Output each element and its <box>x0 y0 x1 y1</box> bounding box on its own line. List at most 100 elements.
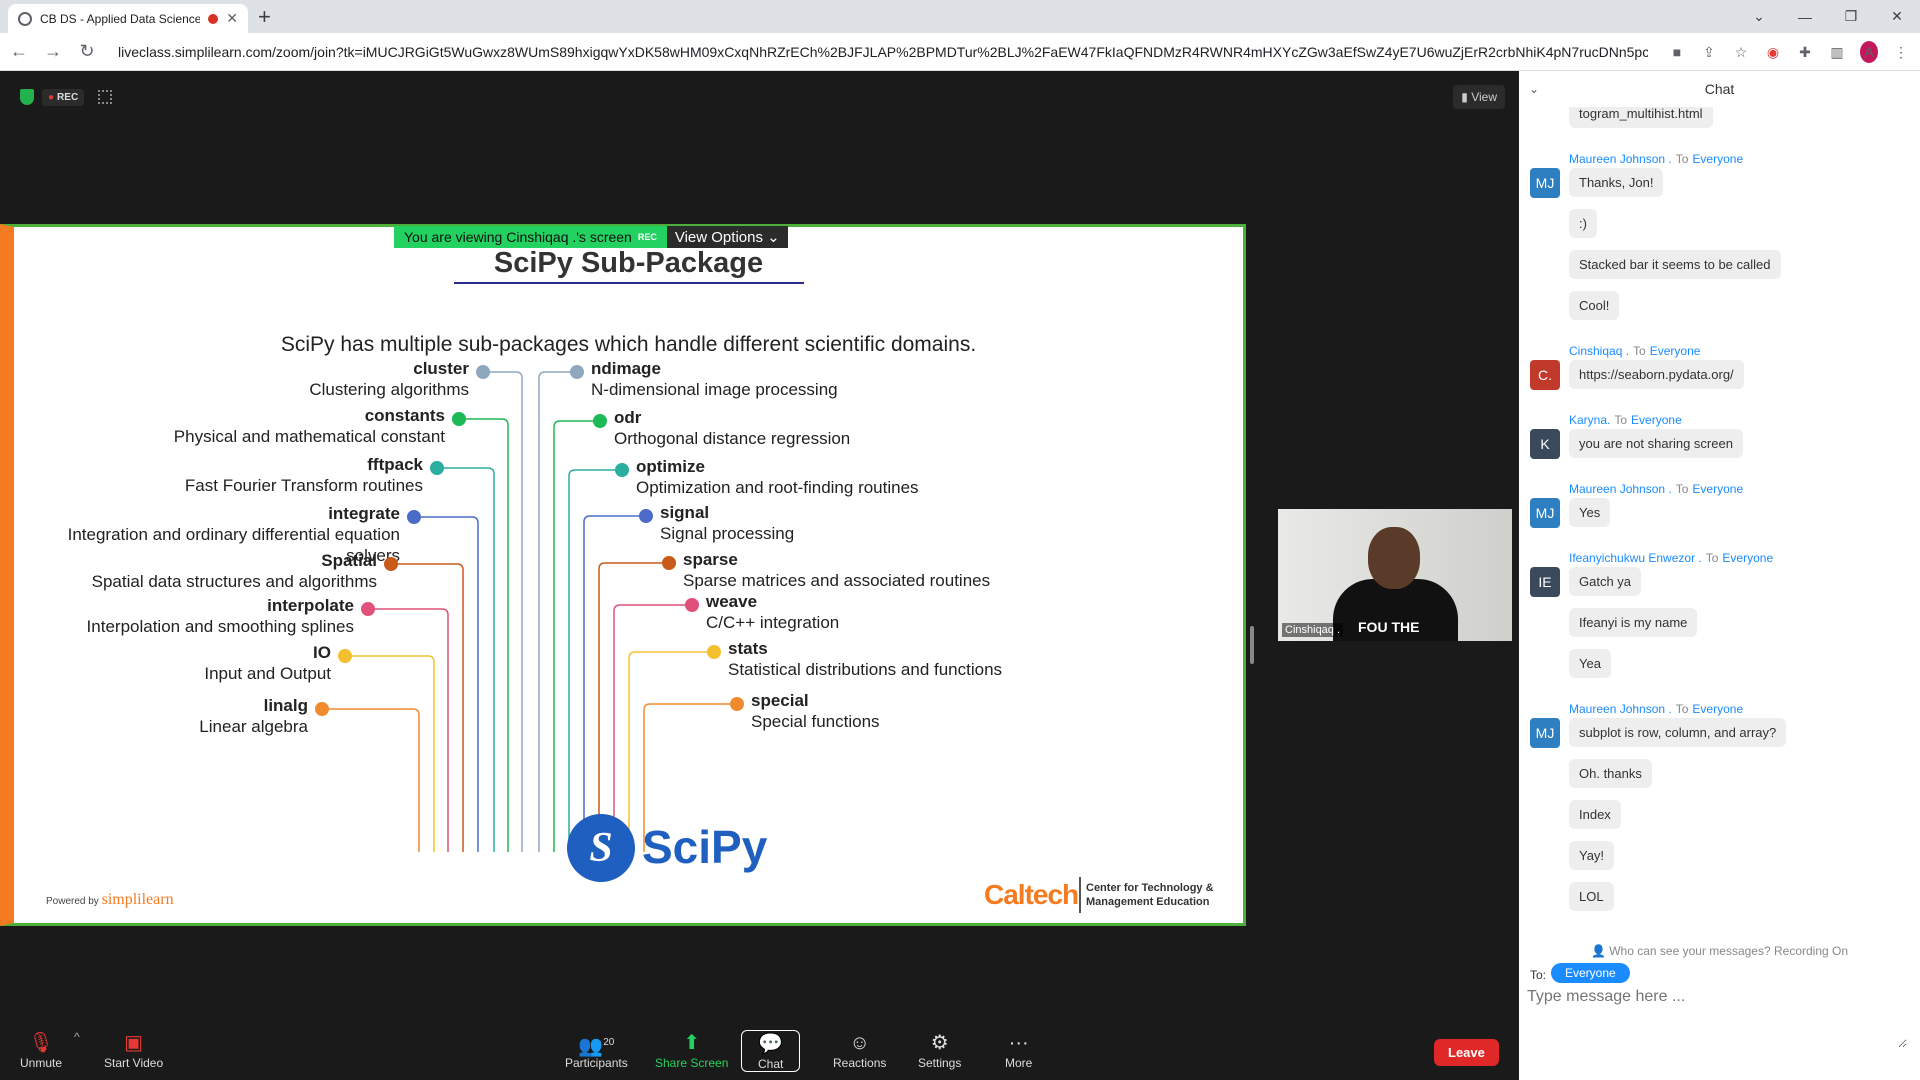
browser-tab[interactable]: CB DS - Applied Data Science ✕ <box>8 4 248 33</box>
chat-message-input[interactable] <box>1527 988 1907 1048</box>
reload-icon[interactable]: ↻ <box>72 41 102 62</box>
settings-label: Settings <box>918 1056 962 1070</box>
muted-mic-icon: 🎙 <box>28 1032 54 1054</box>
close-tab-icon[interactable]: ✕ <box>226 10 238 27</box>
participant-video[interactable]: FOU THE Cinshiqaq . <box>1278 509 1512 641</box>
profile-avatar[interactable]: A <box>1860 41 1878 63</box>
site-favicon-icon <box>18 11 32 26</box>
participants-icon: 👥20 <box>578 1035 615 1058</box>
chevron-down-icon[interactable]: ⌄ <box>1529 82 1539 96</box>
chat-message[interactable]: Cool! <box>1569 291 1620 320</box>
scipy-logo-icon: S <box>567 814 635 882</box>
chat-message[interactable]: Ifeanyi is my name <box>1569 608 1698 637</box>
close-window-button[interactable]: ✕ <box>1874 8 1920 25</box>
chat-message[interactable]: Thanks, Jon! <box>1569 168 1664 197</box>
url-field[interactable]: liveclass.simplilearn.com/zoom/join?tk=i… <box>108 38 1648 66</box>
connector-line <box>613 604 692 852</box>
chat-sender[interactable]: Cinshiqaq . To Everyone <box>1569 344 1700 358</box>
chat-message[interactable]: Gatch ya <box>1569 567 1642 596</box>
extensions-puzzle-icon[interactable]: ✚ <box>1796 44 1814 61</box>
left-package-4: Spatial Spatial data structures and algor… <box>92 550 377 592</box>
chat-message[interactable]: Index <box>1569 800 1621 829</box>
chat-messages[interactable]: togram_multihist.html Maureen Johnson . To… <box>1519 107 1920 937</box>
chat-button[interactable]: 💬 Chat <box>741 1030 801 1072</box>
audio-options-chevron-icon[interactable]: ^ <box>74 1030 80 1044</box>
package-dot <box>338 649 352 663</box>
left-package-2: fftpack Fast Fourier Transform routines <box>185 454 423 496</box>
right-package-7: special Special functions <box>751 690 880 732</box>
title-underline <box>454 282 804 284</box>
package-name: IO <box>313 643 331 662</box>
minimize-button[interactable]: — <box>1782 9 1828 25</box>
chat-sender[interactable]: Maureen Johnson . To Everyone <box>1569 152 1743 166</box>
view-options-button[interactable]: View Options ⌄ <box>666 226 788 248</box>
recipient-name: Everyone <box>1692 152 1744 166</box>
chat-message[interactable]: togram_multihist.html <box>1569 107 1713 128</box>
to-word: To <box>1675 482 1689 496</box>
leave-button[interactable]: Leave <box>1434 1039 1499 1066</box>
chat-message[interactable]: LOL <box>1569 882 1614 911</box>
avatar: MJ <box>1530 168 1560 198</box>
gallery-icon[interactable] <box>98 90 112 104</box>
share-icon[interactable]: ⇪ <box>1700 44 1718 61</box>
connector-line <box>483 371 523 852</box>
chat-message[interactable]: Yay! <box>1569 841 1615 870</box>
chat-message[interactable]: Yes <box>1569 498 1611 527</box>
recipient-select[interactable]: Everyone <box>1551 963 1630 983</box>
maximize-button[interactable]: ❐ <box>1828 8 1874 25</box>
chat-message[interactable]: Yea <box>1569 649 1611 678</box>
more-label: More <box>1005 1056 1033 1070</box>
package-desc: N-dimensional image processing <box>591 380 838 399</box>
share-screen-button[interactable]: ⬆ Share Screen <box>655 1030 728 1070</box>
powered-by-label: Powered by <box>46 896 99 907</box>
package-dot <box>685 598 699 612</box>
reactions-button[interactable]: ☺ Reactions <box>833 1030 886 1070</box>
viewing-banner: You are viewing Cinshiqaq .'s screen REC … <box>394 226 788 248</box>
back-icon[interactable]: ← <box>4 41 34 62</box>
chat-sender[interactable]: Karyna. To Everyone <box>1569 413 1682 427</box>
unmute-button[interactable]: 🎙 Unmute <box>20 1030 62 1070</box>
unmute-label: Unmute <box>20 1056 63 1070</box>
chat-message[interactable]: :) <box>1569 209 1597 238</box>
start-video-button[interactable]: ▣ Start Video <box>104 1030 163 1070</box>
chat-sender[interactable]: Maureen Johnson . To Everyone <box>1569 482 1743 496</box>
right-package-5: weave C/C++ integration <box>706 591 839 633</box>
package-name: Spatial <box>321 551 377 570</box>
left-package-6: IO Input and Output <box>204 642 331 684</box>
connector-line <box>553 420 600 852</box>
chat-message[interactable]: Stacked bar it seems to be called <box>1569 250 1781 279</box>
new-tab-button[interactable]: + <box>258 4 271 30</box>
chat-sender[interactable]: Maureen Johnson . To Everyone <box>1569 702 1743 716</box>
chat-message[interactable]: subplot is row, column, and array? <box>1569 718 1787 747</box>
caltech-divider <box>1079 877 1081 913</box>
bookmark-star-icon[interactable]: ☆ <box>1732 44 1750 61</box>
chat-sender[interactable]: Ifeanyichukwu Enwezor . To Everyone <box>1569 551 1773 565</box>
package-name: weave <box>706 592 758 611</box>
chat-message[interactable]: https://seaborn.pydata.org/ <box>1569 360 1744 389</box>
sender-name: Karyna. <box>1569 413 1611 427</box>
chat-message[interactable]: you are not sharing screen <box>1569 429 1743 458</box>
camera-icon[interactable]: ■ <box>1668 44 1686 60</box>
forward-icon[interactable]: → <box>38 41 68 62</box>
who-can-see-link[interactable]: 👤 Who can see your messages? Recording O… <box>1519 944 1920 958</box>
connector-line <box>538 371 577 852</box>
view-button[interactable]: ▮ View <box>1453 85 1505 109</box>
package-name: ndimage <box>591 359 661 378</box>
extension-red-icon[interactable]: ◉ <box>1764 44 1782 61</box>
caltech-desc-line1: Center for Technology & <box>1086 882 1214 894</box>
security-shield-icon[interactable] <box>20 89 34 105</box>
panel-splitter[interactable] <box>1250 626 1254 664</box>
more-button[interactable]: ··· More <box>1005 1030 1032 1070</box>
side-panel-icon[interactable]: ▥ <box>1828 44 1846 61</box>
settings-button[interactable]: ⚙ Settings <box>918 1030 961 1070</box>
chat-icon: 💬 <box>758 1033 784 1055</box>
slide-subtitle: SciPy has multiple sub-packages which ha… <box>280 333 977 356</box>
tab-search-icon[interactable]: ⌄ <box>1736 8 1782 25</box>
chat-message[interactable]: Oh. thanks <box>1569 759 1652 788</box>
sender-name: Maureen Johnson . <box>1569 482 1672 496</box>
package-dot <box>730 697 744 711</box>
right-package-0: ndimage N-dimensional image processing <box>591 358 838 400</box>
package-name: constants <box>364 406 445 425</box>
menu-kebab-icon[interactable]: ⋮ <box>1892 44 1910 61</box>
participants-button[interactable]: 👥20 Participants <box>565 1030 628 1070</box>
